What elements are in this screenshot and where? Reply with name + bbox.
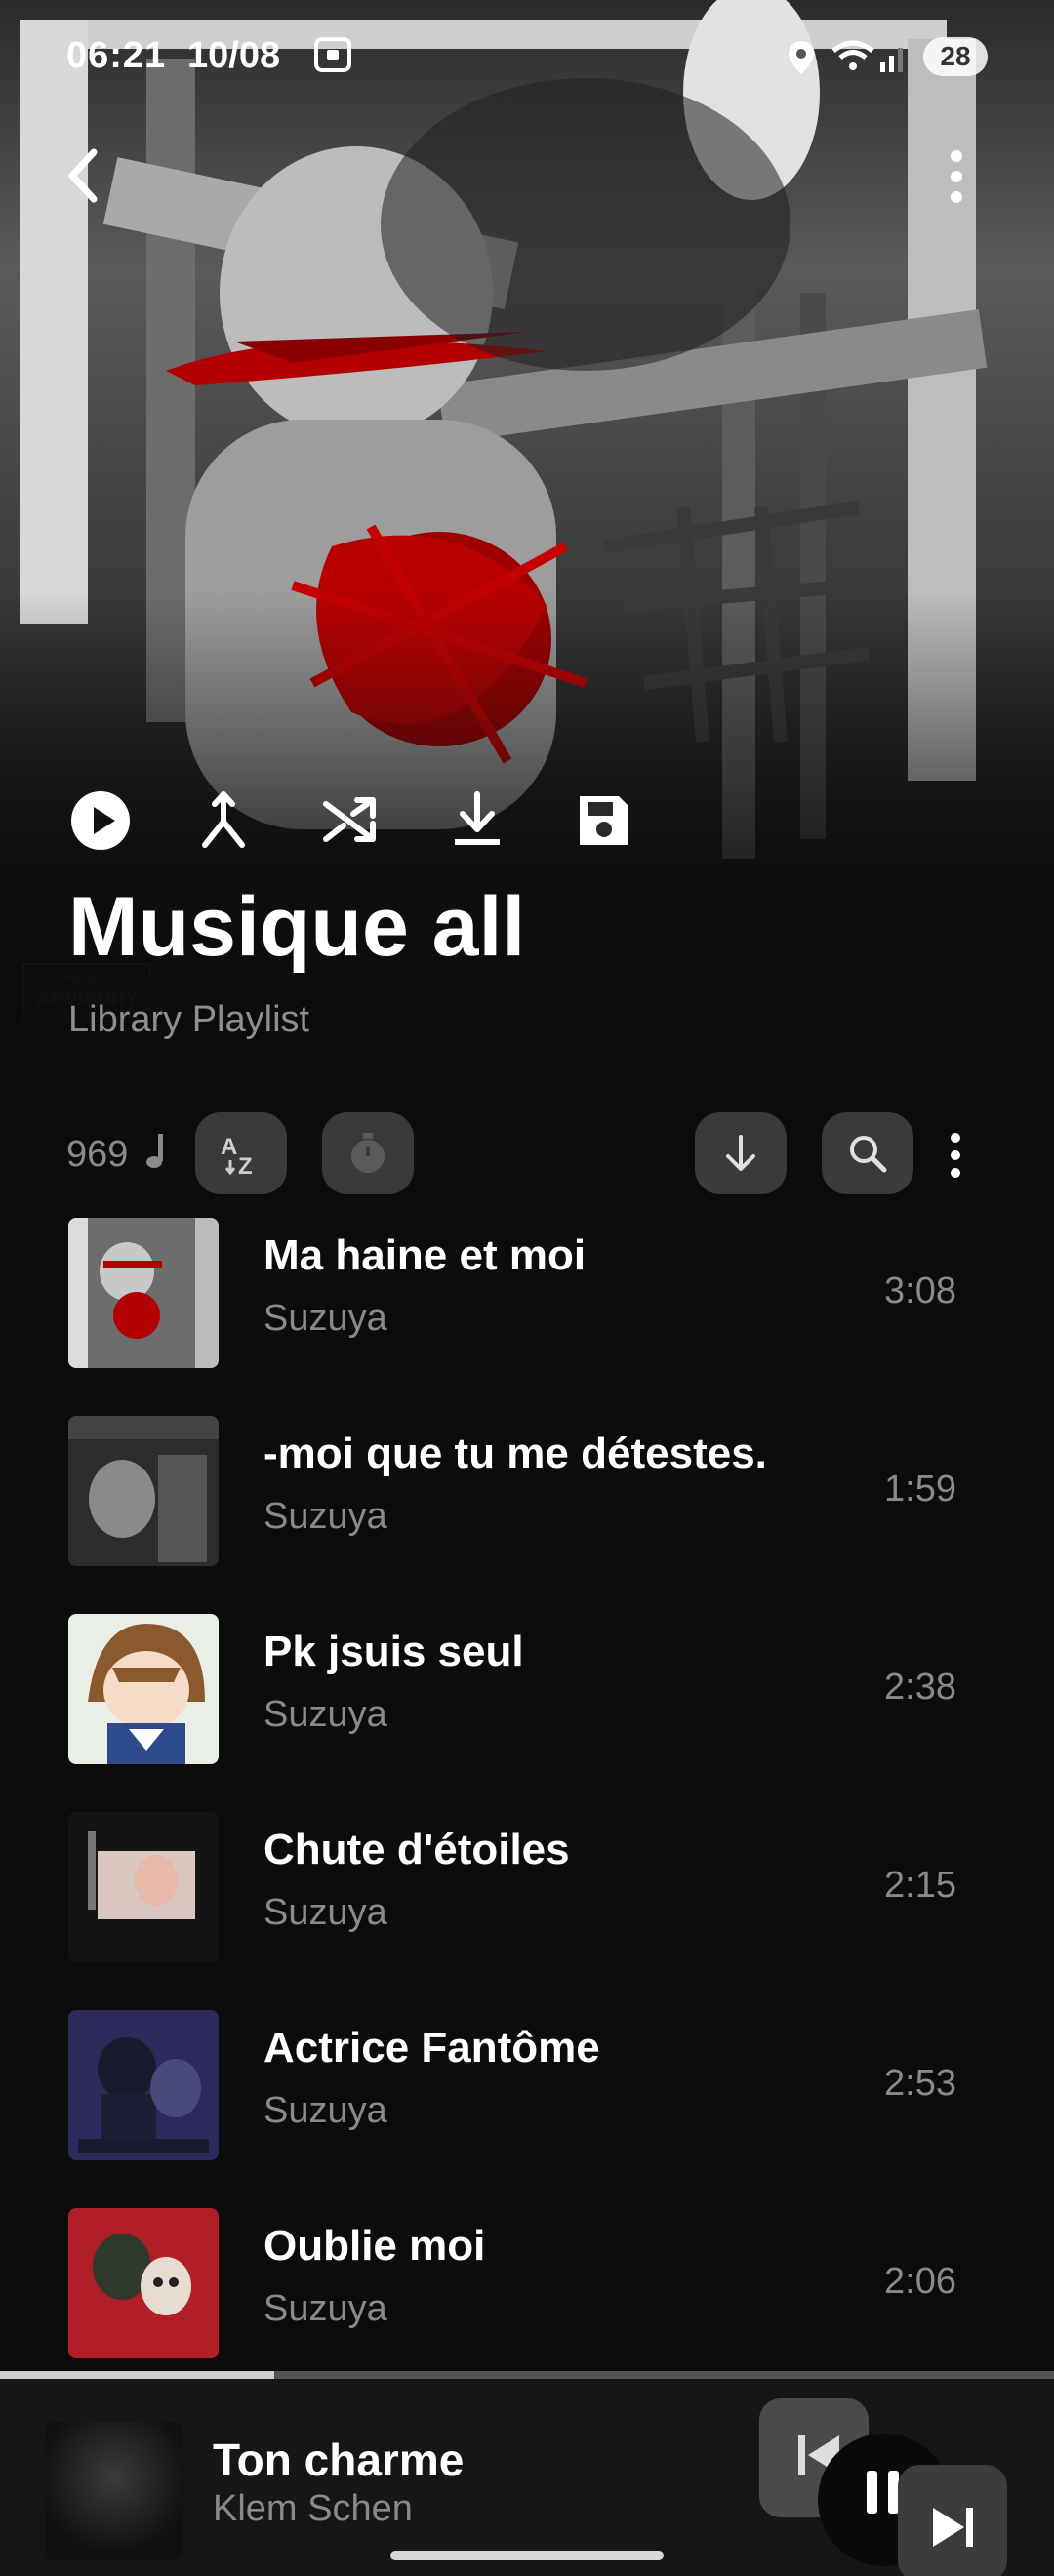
track-row[interactable]: Ma haine et moi Suzuya 3:08 [0,1210,1054,1408]
home-indicator[interactable] [390,2551,664,2560]
skip-next-icon [933,2508,973,2547]
more-options-button[interactable] [937,142,976,211]
track-title: Pk jsuis seul [264,1628,524,1675]
track-artwork [68,2010,219,2160]
track-title: Oublie moi [264,2222,486,2270]
track-artist: Suzuya [264,1298,387,1339]
timer-icon [351,1133,385,1173]
track-artist: Suzuya [264,1496,387,1537]
back-button[interactable] [55,137,113,215]
track-artist: Suzuya [264,2288,387,2329]
track-duration: 2:06 [884,2261,956,2302]
playback-progress-fill [0,2371,274,2379]
status-bar: 06:21 10/08 28 [0,0,1054,117]
track-duration: 3:08 [884,1270,956,1311]
playlist-screen: PARENTAL ADVISORY 06:21 10/08 28 [0,0,1054,2576]
track-artwork [68,1416,219,1566]
track-duration: 2:53 [884,2063,956,2104]
signal-icon [880,48,903,72]
sort-az-icon: A Z [221,1134,253,1178]
wifi-icon [831,40,874,70]
save-icon[interactable] [572,788,636,853]
track-row[interactable]: Chute d'étoiles Suzuya 2:15 [0,1804,1054,2002]
playlist-subtitle: Library Playlist [68,999,310,1040]
track-row[interactable]: Actrice Fantôme Suzuya 2:53 [0,2002,1054,2200]
sort-button[interactable]: A Z [195,1112,287,1194]
track-duration: 2:15 [884,1865,956,1906]
arrow-down-icon [726,1135,755,1171]
track-duration: 2:38 [884,1667,956,1708]
next-button[interactable] [898,2465,1007,2576]
status-date: 10/08 [187,35,281,76]
screenshot-icon [314,37,351,72]
location-icon [789,41,814,74]
track-artist: Suzuya [264,2090,387,2131]
svg-text:A: A [221,1134,237,1160]
play-circle-icon[interactable] [68,788,133,853]
merge-icon[interactable] [191,788,256,853]
search-button[interactable] [822,1112,913,1194]
track-artwork [68,1218,219,1368]
page-title: Musique all [68,880,526,974]
track-title: -moi que tu me détestes. [264,1429,767,1477]
list-toolbar: 969 A Z [0,1112,1054,1200]
track-count: 969 [66,1134,129,1175]
now-playing-artist: Klem Schen [213,2488,413,2529]
track-row[interactable]: Oublie moi Suzuya 2:06 [0,2200,1054,2398]
list-more-button[interactable] [941,1126,970,1185]
track-artwork [68,1812,219,1962]
now-playing-artwork [45,2422,183,2560]
playlist-cover-hero: PARENTAL ADVISORY 06:21 10/08 28 [0,0,1054,1073]
track-title: Chute d'étoiles [264,1826,570,1873]
sleep-timer-button[interactable] [322,1112,414,1194]
playback-progress-bar[interactable] [0,2371,1054,2379]
track-artwork [68,2208,219,2358]
track-row[interactable]: Pk jsuis seul Suzuya 2:38 [0,1606,1054,1804]
playlist-actions [68,788,654,857]
track-artwork [68,1614,219,1764]
now-playing-title: Ton charme [213,2435,465,2485]
battery-indicator: 28 [923,37,988,76]
track-artist: Suzuya [264,1694,387,1735]
sort-direction-button[interactable] [695,1112,787,1194]
svg-text:Z: Z [238,1153,253,1178]
search-icon [850,1136,887,1173]
track-row[interactable]: -moi que tu me détestes. Suzuya 1:59 [0,1408,1054,1606]
mini-player[interactable]: Ton charme Klem Schen [0,2379,1054,2576]
track-title: Ma haine et moi [264,1231,587,1279]
status-time: 06:21 [66,35,167,76]
track-duration: 1:59 [884,1469,956,1509]
track-title: Actrice Fantôme [264,2024,600,2072]
track-artist: Suzuya [264,1892,387,1933]
music-note-icon [146,1134,163,1168]
shuffle-icon[interactable] [318,788,383,853]
track-list: Ma haine et moi Suzuya 3:08 -moi que tu … [0,1210,1054,2398]
download-icon[interactable] [445,788,509,853]
